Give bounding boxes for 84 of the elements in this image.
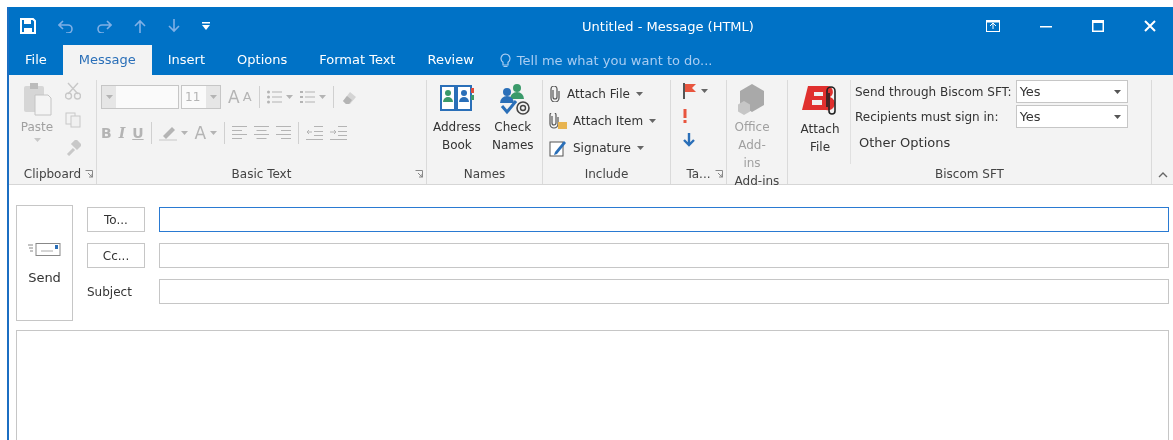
caret-icon — [636, 146, 644, 150]
ribbon-display-icon[interactable] — [986, 20, 1000, 32]
bullet-list-icon — [266, 90, 282, 104]
copy-icon[interactable] — [65, 112, 81, 128]
dialog-launcher-icon[interactable] — [415, 170, 423, 178]
caret-icon — [318, 95, 326, 99]
check-names-button[interactable]: Check Names — [488, 80, 537, 164]
caret-icon — [1113, 114, 1121, 119]
subject-label: Subject — [87, 284, 133, 299]
envelope-icon — [27, 241, 62, 256]
scissors-icon[interactable] — [65, 82, 81, 100]
group-label: Include — [584, 167, 629, 181]
group-label: Add-ins — [734, 174, 780, 188]
decrease-indent-icon[interactable] — [306, 125, 324, 141]
caret-icon — [210, 131, 218, 135]
align-left-icon[interactable] — [232, 125, 248, 141]
caret-icon — [1113, 89, 1121, 94]
group-label: Biscom SFT — [935, 167, 1004, 181]
dialog-launcher-icon[interactable] — [85, 170, 93, 178]
caret-icon — [635, 92, 643, 96]
ribbon-tab[interactable]: Options — [221, 45, 304, 75]
redo-icon[interactable] — [96, 19, 112, 33]
signature-icon — [549, 139, 567, 157]
caret-icon — [105, 95, 113, 99]
signature-button[interactable]: Signature — [547, 136, 659, 160]
send-button[interactable]: Send — [16, 205, 73, 321]
up-arrow-icon[interactable] — [134, 19, 146, 33]
attach-item-icon — [549, 113, 567, 129]
group-label: Basic Text — [231, 167, 292, 181]
paperclip-icon — [549, 86, 561, 102]
group-label: Ta... — [686, 167, 711, 181]
to-button[interactable]: To... — [87, 207, 145, 232]
collapse-ribbon-icon[interactable] — [1157, 172, 1168, 178]
increase-indent-icon[interactable] — [330, 125, 348, 141]
biscom-attach-file-button[interactable]: Attach File — [796, 80, 844, 164]
follow-up-button[interactable] — [681, 83, 708, 99]
attach-file-button[interactable]: Attach File — [547, 82, 659, 106]
customize-icon[interactable] — [202, 22, 210, 30]
option-label: Send through Biscom SFT: — [855, 84, 1012, 99]
clipboard-icon — [22, 82, 52, 116]
caret-icon — [649, 119, 657, 123]
caret-icon — [209, 95, 217, 99]
cc-field[interactable] — [159, 243, 1169, 268]
brush-icon[interactable] — [65, 140, 81, 156]
exclamation-icon[interactable] — [683, 109, 687, 123]
option-dropdown[interactable]: Yes — [1015, 80, 1128, 103]
save-icon[interactable] — [20, 18, 36, 34]
ribbon-tab[interactable]: File — [9, 45, 63, 75]
maximize-icon[interactable] — [1092, 20, 1104, 32]
caret-icon — [701, 89, 708, 93]
group-label: Clipboard — [23, 167, 82, 181]
window-title: Untitled - Message (HTML) — [581, 18, 755, 34]
close-icon[interactable] — [1144, 20, 1156, 32]
to-field[interactable] — [159, 207, 1169, 232]
dialog-launcher-icon[interactable] — [715, 170, 723, 178]
subject-field[interactable] — [159, 279, 1169, 304]
highlight-button[interactable] — [158, 125, 188, 141]
undo-icon[interactable] — [58, 19, 74, 33]
ribbon-tab[interactable]: Format Text — [303, 45, 412, 75]
align-right-icon[interactable] — [276, 125, 292, 141]
group-label: Names — [463, 167, 506, 181]
caret-icon — [285, 95, 293, 99]
eraser-icon[interactable] — [340, 89, 357, 105]
ribbon-tab[interactable]: Review — [411, 45, 490, 75]
numbered-list-icon — [299, 90, 315, 104]
flag-icon — [683, 83, 697, 99]
highlighter-icon — [158, 125, 177, 141]
option-label: Recipients must sign in: — [855, 109, 1000, 124]
align-center-icon[interactable] — [254, 125, 270, 141]
down-arrow-icon[interactable] — [683, 133, 695, 147]
option-dropdown[interactable]: Yes — [1015, 105, 1128, 128]
tell-me-field[interactable]: Tell me what you want to do... — [495, 45, 717, 75]
lightbulb-icon — [499, 52, 511, 68]
numbering-button[interactable] — [299, 90, 326, 104]
caret-icon — [180, 131, 188, 135]
other-options-button[interactable]: Other Options — [855, 128, 1128, 157]
attach-item-button[interactable]: Attach Item — [547, 109, 659, 133]
ribbon-tab[interactable]: Insert — [151, 45, 222, 75]
address-book-button[interactable]: Address Book — [431, 80, 483, 164]
cc-button[interactable]: Cc... — [87, 243, 145, 268]
ribbon-tab[interactable]: Message — [62, 45, 152, 75]
down-arrow-icon[interactable] — [168, 19, 180, 33]
bullets-button[interactable] — [266, 90, 293, 104]
caret-icon — [33, 138, 41, 142]
